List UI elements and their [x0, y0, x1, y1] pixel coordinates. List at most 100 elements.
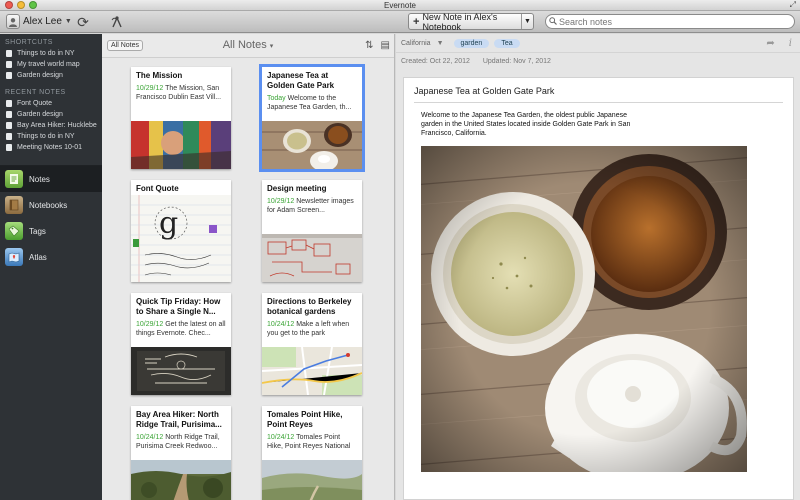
sidebar-nav-notes[interactable]: Notes — [0, 166, 102, 192]
note-card-title: Directions to Berkeley botanical gardens — [267, 297, 352, 316]
chevron-down-icon: ▾ — [269, 43, 274, 50]
note-card-snippet: 10/24/12 Tomales Point Hike, Point Reyes… — [262, 430, 362, 452]
coastline-thumbnail-image — [262, 460, 362, 500]
notes-list-title[interactable]: All Notes ▾ — [102, 39, 394, 51]
font-sketch-thumbnail-image: g — [131, 195, 231, 282]
atlas-icon — [5, 248, 23, 266]
whiteboard-thumbnail-image — [262, 234, 362, 282]
recent-note-item[interactable]: Bay Area Hiker: Hucklebe — [0, 120, 102, 131]
recent-note-item[interactable]: Garden design — [0, 109, 102, 120]
recent-note-item[interactable]: Meeting Notes 10-01 — [0, 142, 102, 153]
note-card[interactable]: Tomales Point Hike, Point Reyes 10/24/12… — [262, 406, 362, 500]
note-card-date: 10/24/12 — [267, 434, 295, 441]
shortcut-item[interactable]: Garden design — [0, 70, 102, 81]
search-input[interactable] — [559, 16, 779, 27]
info-icon[interactable]: i — [789, 38, 792, 49]
note-card[interactable]: Font Quote g — [131, 180, 231, 282]
note-card[interactable]: Quick Tip Friday: How to Share a Single … — [131, 293, 231, 395]
sync-icon[interactable]: ⟳ — [75, 14, 91, 30]
note-icon — [6, 111, 12, 118]
sort-icon[interactable]: ⇅ — [365, 40, 373, 51]
close-window-button[interactable] — [5, 1, 13, 9]
fullscreen-arrows-icon[interactable]: ⤢ — [790, 1, 796, 9]
view-options-icon[interactable]: ▤ — [381, 40, 390, 51]
note-card-date: 10/24/12 — [136, 434, 164, 441]
recent-note-label: Font Quote — [17, 100, 53, 107]
note-actions: ➦ i — [766, 38, 792, 49]
recent-note-item[interactable]: Font Quote — [0, 98, 102, 109]
recent-notes-header: RECENT NOTES — [5, 89, 66, 96]
tag-chip[interactable]: Tea — [494, 38, 520, 48]
note-meta-bar: California ▼ garden Tea ➦ i — [396, 34, 800, 53]
activity-icon[interactable] — [109, 14, 125, 30]
note-card-title: The Mission — [136, 71, 183, 80]
recent-note-label: Things to do in NY — [17, 133, 75, 140]
note-card-title: Tomales Point Hike, Point Reyes — [267, 410, 343, 429]
person-icon — [6, 14, 20, 29]
note-card-snippet: 10/24/12 Make a left when you get to the… — [262, 317, 362, 339]
note-card-title: Quick Tip Friday: How to Share a Single … — [136, 297, 221, 316]
recent-note-item[interactable]: Things to do in NY — [0, 131, 102, 142]
account-menu[interactable]: Alex Lee ▼ — [6, 13, 72, 30]
note-card-date: 10/29/12 — [136, 321, 164, 328]
note-icon — [6, 133, 12, 140]
note-card-title: Japanese Tea at Golden Gate Park — [267, 71, 335, 90]
shortcut-label: Things to do in NY — [17, 50, 75, 57]
map-thumbnail-image — [262, 347, 362, 395]
trail-thumbnail-image — [131, 460, 231, 500]
title-divider — [414, 102, 783, 103]
window-title: Evernote — [383, 1, 417, 10]
shortcut-label: My travel world map — [17, 61, 80, 68]
shortcut-label: Garden design — [17, 72, 63, 79]
shortcut-item[interactable]: Things to do in NY — [0, 48, 102, 59]
sidebar-nav-label: Tags — [29, 226, 46, 236]
note-icon — [6, 72, 12, 79]
chevron-down-icon: ▼ — [64, 18, 72, 25]
note-card-date: 10/24/12 — [267, 321, 295, 328]
note-pane: California ▼ garden Tea ➦ i Created: Oct… — [396, 34, 800, 500]
note-card-snippet: 10/29/12 Get the latest on all things Ev… — [131, 317, 231, 339]
note-icon — [6, 144, 12, 151]
note-icon — [6, 100, 12, 107]
notes-list-header: All Notes All Notes ▾ ⇅ ▤ — [102, 34, 394, 58]
zoom-window-button[interactable] — [29, 1, 37, 9]
search-box — [545, 14, 795, 29]
recent-note-label: Garden design — [17, 111, 63, 118]
sidebar-nav-tags[interactable]: Tags — [0, 218, 102, 244]
note-card[interactable]: Bay Area Hiker: North Ridge Trail, Puris… — [131, 406, 231, 500]
toolbar: Alex Lee ▼ ⟳ + New Note in Alex's Notebo… — [0, 11, 800, 33]
shortcut-item[interactable]: My travel world map — [0, 59, 102, 70]
tea-thumbnail-image — [262, 121, 362, 169]
list-view-controls: ⇅ ▤ — [365, 40, 390, 51]
note-card-selected[interactable]: Japanese Tea at Golden Gate Park Today W… — [259, 64, 365, 172]
note-card-snippet: 10/29/12 The Mission, San Francisco Dubl… — [131, 81, 231, 103]
note-card-date: 10/29/12 — [267, 198, 295, 205]
note-icon — [6, 122, 12, 129]
new-note-label: New Note in Alex's Notebook — [422, 11, 498, 32]
note-card-title: Font Quote — [136, 184, 179, 193]
mural-thumbnail-image — [131, 121, 231, 169]
note-card[interactable]: Design meeting 10/29/12 Newsletter image… — [262, 180, 362, 282]
notes-icon — [5, 170, 23, 188]
notebook-selector[interactable]: California — [401, 40, 431, 47]
sidebar: SHORTCUTS Things to do in NY My travel w… — [0, 34, 102, 500]
title-bar: Evernote ⤢ — [0, 0, 800, 11]
sidebar-nav-notebooks[interactable]: Notebooks — [0, 192, 102, 218]
new-note-button[interactable]: + New Note in Alex's Notebook ▼ — [408, 11, 534, 32]
share-icon[interactable]: ➦ — [766, 38, 774, 49]
note-card-title: Bay Area Hiker: North Ridge Trail, Puris… — [136, 410, 222, 429]
note-card-snippet: 10/24/12 North Ridge Trail, Purisima Cre… — [131, 430, 231, 452]
minimize-window-button[interactable] — [17, 1, 25, 9]
note-title[interactable]: Japanese Tea at Golden Gate Park — [414, 86, 554, 96]
note-card-snippet: Today Welcome to the Japanese Tea Garden… — [262, 91, 362, 113]
note-card[interactable]: The Mission 10/29/12 The Mission, San Fr… — [131, 67, 231, 169]
note-dates: Created: Oct 22, 2012 Updated: Nov 7, 20… — [401, 58, 562, 65]
new-note-menu-chevron-icon[interactable]: ▼ — [521, 14, 533, 29]
window-controls — [5, 1, 37, 9]
chevron-down-icon[interactable]: ▼ — [437, 40, 444, 47]
sidebar-nav-atlas[interactable]: Atlas — [0, 244, 102, 270]
tag-chip[interactable]: garden — [453, 38, 490, 48]
note-card[interactable]: Directions to Berkeley botanical gardens… — [262, 293, 362, 395]
note-editor[interactable]: Japanese Tea at Golden Gate Park Welcome… — [403, 77, 794, 500]
note-body-text[interactable]: Welcome to the Japanese Tea Garden, the … — [421, 111, 631, 138]
